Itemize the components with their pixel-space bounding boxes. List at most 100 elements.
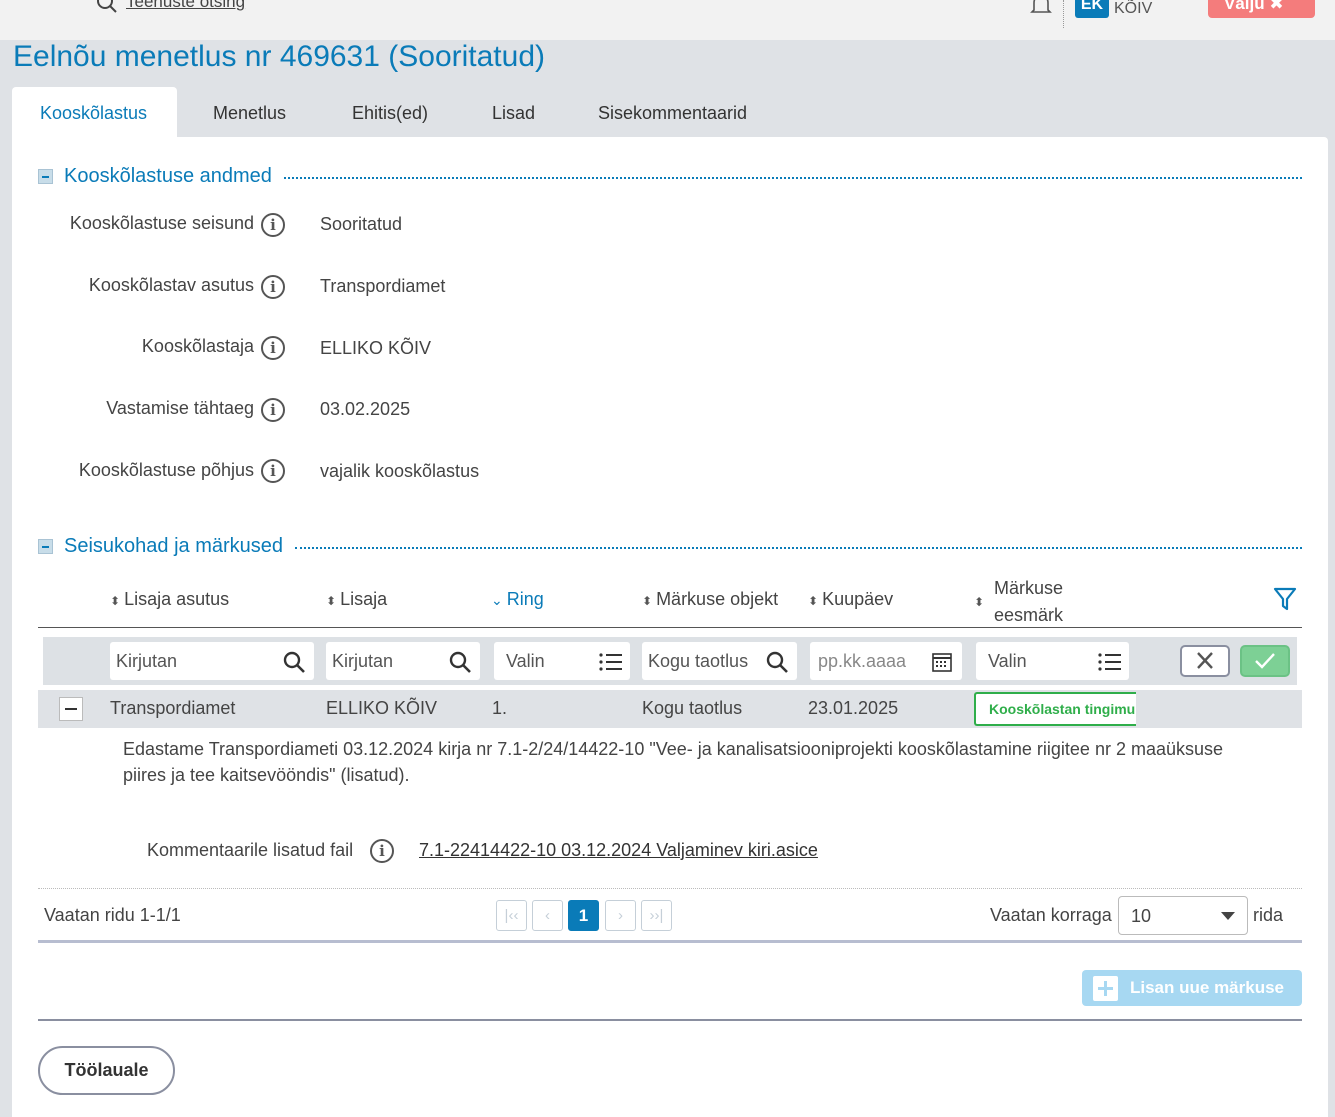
column-label: Märkuse objekt: [656, 589, 779, 609]
info-icon[interactable]: i: [261, 336, 285, 360]
column-header-lisaja-asutus[interactable]: ⬍ Lisaja asutus: [110, 589, 229, 610]
column-label: Märkuse: [994, 578, 1064, 598]
tab-bar: Kooskõlastus Menetlus Ehitis(ed) Lisad S…: [12, 87, 763, 137]
column-header-lisaja[interactable]: ⬍ Lisaja: [326, 589, 387, 610]
collapse-toggle[interactable]: [38, 538, 53, 554]
search-icon: [97, 0, 117, 13]
row-collapse-toggle[interactable]: [59, 697, 83, 721]
status-badge: Kooskõlastan tingimu: [974, 692, 1136, 726]
sort-icon: ⬍: [808, 594, 819, 608]
column-header-markuse-objekt[interactable]: ⬍ Märkuse objekt: [642, 589, 778, 610]
filter-icon[interactable]: [1273, 586, 1297, 612]
list-icon: [1098, 653, 1121, 671]
field-value-kooskolastaja: ELLIKO KÕIV: [320, 338, 432, 358]
filter-value: Valin: [506, 651, 545, 671]
tab-lisad[interactable]: Lisad: [455, 87, 563, 137]
chevron-down-icon: [1221, 912, 1235, 920]
user-avatar[interactable]: EK: [1075, 0, 1109, 18]
sort-icon: ⬍: [642, 594, 653, 608]
section-title: Kooskõlastuse andmed: [64, 164, 272, 187]
per-page-suffix: rida: [1253, 905, 1284, 925]
filter-date-input[interactable]: pp.kk.aaaa: [810, 642, 962, 680]
page-title: Eelnõu menetlus nr 469631 (Sooritatud): [13, 40, 546, 73]
section-divider: [283, 177, 1302, 179]
first-page-button[interactable]: |‹‹: [496, 900, 527, 931]
check-icon: [1255, 653, 1275, 669]
section-title: Seisukohad ja märkused: [64, 534, 284, 557]
field-value-pohjus: vajalik kooskõlastus: [320, 461, 480, 481]
prev-page-button[interactable]: ‹: [532, 900, 563, 931]
field-label-pohjus: Kooskõlastuse põhjus: [78, 460, 254, 480]
section-divider: [295, 547, 1302, 549]
column-label: Lisaja asutus: [124, 589, 230, 609]
cell-lisaja: ELLIKO KÕIV: [326, 698, 438, 718]
filter-value: Kirjutan: [332, 651, 394, 671]
column-label: eesmärk: [994, 605, 1064, 625]
field-value-asutus: Transpordiamet: [320, 276, 446, 296]
info-icon[interactable]: i: [261, 398, 285, 422]
exit-button[interactable]: Välju ✖: [1208, 0, 1315, 18]
header-divider: [1063, 0, 1064, 28]
add-comment-label: Lisan uue märkuse: [1130, 978, 1285, 997]
divider: [38, 888, 1302, 889]
cell-kuupaev: 23.01.2025: [808, 698, 899, 718]
cell-ring: 1.: [492, 698, 508, 718]
page-button-current[interactable]: 1: [568, 900, 599, 931]
footer-divider: [38, 1019, 1302, 1021]
bell-icon[interactable]: [1030, 0, 1052, 16]
top-bar: Teenuste otsing EK KÕIV Välju ✖: [0, 0, 1335, 40]
per-page-select[interactable]: 10: [1118, 896, 1248, 935]
tab-ehitised[interactable]: Ehitis(ed): [315, 87, 455, 137]
table-footer-divider: [38, 940, 1302, 943]
comment-text: Edastame Transpordiameti 03.12.2024 kirj…: [123, 739, 1224, 785]
apply-filter-button[interactable]: [1240, 645, 1290, 677]
table-header-divider: [38, 627, 1302, 628]
column-header-ring[interactable]: ⌄ Ring: [491, 589, 544, 610]
cell-asutus: Transpordiamet: [110, 698, 236, 718]
sort-icon: ⬍: [974, 595, 985, 609]
last-page-button[interactable]: ››|: [641, 900, 672, 931]
filter-value: Kogu taotlus: [648, 651, 749, 671]
column-header-kuupaev[interactable]: ⬍ Kuupäev: [808, 589, 893, 610]
column-label: Lisaja: [340, 589, 388, 609]
tab-sisekommentaarid[interactable]: Sisekommentaarid: [563, 87, 763, 137]
tab-menetlus[interactable]: Menetlus: [177, 87, 315, 137]
filter-lisaja-input[interactable]: Kirjutan: [326, 642, 480, 680]
attachment-link[interactable]: 7.1-22414422-10 03.12.2024 Valjaminev ki…: [419, 840, 818, 861]
next-page-button[interactable]: ›: [605, 900, 636, 931]
info-icon[interactable]: i: [370, 839, 394, 863]
tab-kooskolastus[interactable]: Kooskõlastus: [12, 87, 177, 137]
dashboard-button[interactable]: Töölauale: [38, 1046, 175, 1095]
service-search-link[interactable]: Teenuste otsing: [96, 0, 245, 14]
search-icon: [766, 651, 788, 673]
filter-objekt-input[interactable]: Kogu taotlus: [642, 642, 797, 680]
column-label: Kuupäev: [822, 589, 894, 609]
filter-placeholder: pp.kk.aaaa: [818, 651, 907, 671]
filter-lisaja-asutus-input[interactable]: Kirjutan: [110, 642, 314, 680]
column-header-markuse-eesmark[interactable]: ⬍ Märkuse eesmärk: [974, 575, 1063, 629]
add-comment-button[interactable]: Lisan uue märkuse: [1082, 970, 1302, 1006]
info-icon[interactable]: i: [261, 275, 285, 299]
calendar-icon: [932, 653, 952, 672]
filter-value: Kirjutan: [116, 651, 178, 671]
info-icon[interactable]: i: [261, 213, 285, 237]
cell-objekt: Kogu taotlus: [642, 698, 743, 718]
filter-ring-select[interactable]: Valin: [494, 642, 630, 680]
field-label-tahtaeg: Vastamise tähtaeg: [106, 398, 254, 418]
collapse-toggle[interactable]: [38, 168, 53, 184]
field-value-seisund: Sooritatud: [320, 214, 403, 234]
info-icon[interactable]: i: [261, 459, 285, 483]
column-label: Ring: [506, 589, 544, 609]
chevron-down-icon: ⌄: [491, 592, 503, 608]
user-name: KÕIV: [1114, 0, 1153, 17]
filter-eesmark-select[interactable]: Valin: [976, 642, 1129, 680]
search-icon: [283, 651, 305, 673]
exit-label: Välju: [1224, 0, 1265, 13]
service-search-label: Teenuste otsing: [126, 0, 246, 12]
pager-summary: Vaatan ridu 1-1/1: [44, 905, 181, 925]
sort-icon: ⬍: [326, 594, 337, 608]
list-icon: [599, 653, 622, 671]
sort-icon: ⬍: [110, 594, 121, 608]
field-label-kooskolastaja: Kooskõlastaja: [141, 336, 254, 356]
clear-filter-button[interactable]: [1180, 645, 1230, 677]
